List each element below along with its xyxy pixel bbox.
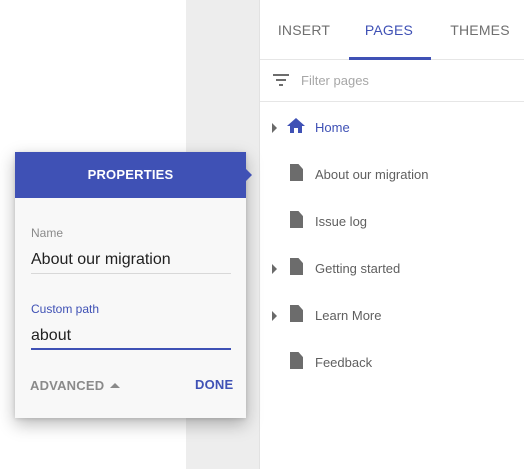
expand-caret-icon[interactable] — [272, 264, 277, 274]
page-icon — [290, 164, 303, 181]
page-icon — [290, 352, 303, 369]
tab-insert[interactable]: INSERT — [266, 0, 342, 60]
filter-bar — [260, 60, 524, 102]
page-icon — [290, 305, 303, 322]
panel-tabs: INSERT PAGES THEMES — [260, 0, 524, 60]
properties-card: PROPERTIES Name About our migration Cust… — [15, 152, 252, 418]
custom-path-underline — [31, 348, 231, 350]
page-label: Getting started — [315, 261, 401, 276]
home-icon — [287, 118, 305, 133]
page-label: Home — [315, 120, 350, 135]
name-field-underline — [31, 273, 231, 274]
page-label: About our migration — [315, 167, 429, 182]
custom-path-label: Custom path — [31, 302, 100, 316]
filter-pages-input[interactable] — [301, 73, 511, 88]
name-label: Name — [31, 226, 64, 240]
page-label: Learn More — [315, 308, 382, 323]
advanced-button[interactable]: ADVANCED — [30, 378, 104, 393]
chevron-up-icon[interactable] — [110, 383, 120, 388]
name-field[interactable]: About our migration — [31, 251, 171, 269]
page-item-learn-more[interactable]: Learn More — [260, 292, 524, 339]
page-item-feedback[interactable]: Feedback — [260, 339, 524, 386]
page-item-getting-started[interactable]: Getting started — [260, 245, 524, 292]
page-icon — [290, 258, 303, 275]
expand-caret-icon[interactable] — [272, 123, 277, 133]
page-icon — [290, 211, 303, 228]
pages-panel: INSERT PAGES THEMES Home About our migra… — [259, 0, 524, 469]
page-label: Issue log — [315, 214, 368, 229]
tab-pages[interactable]: PAGES — [348, 0, 430, 60]
page-label: Feedback — [315, 355, 373, 370]
card-pointer-arrow — [246, 169, 252, 181]
page-item-home[interactable]: Home — [260, 104, 524, 151]
properties-title: PROPERTIES — [15, 152, 246, 198]
page-item-issue-log[interactable]: Issue log — [260, 198, 524, 245]
expand-caret-icon[interactable] — [272, 311, 277, 321]
tab-themes[interactable]: THEMES — [442, 0, 518, 60]
page-item-about-our-migration[interactable]: About our migration — [260, 151, 524, 198]
filter-icon — [273, 74, 289, 86]
done-button[interactable]: DONE — [195, 377, 233, 392]
custom-path-field[interactable]: about — [31, 327, 71, 345]
